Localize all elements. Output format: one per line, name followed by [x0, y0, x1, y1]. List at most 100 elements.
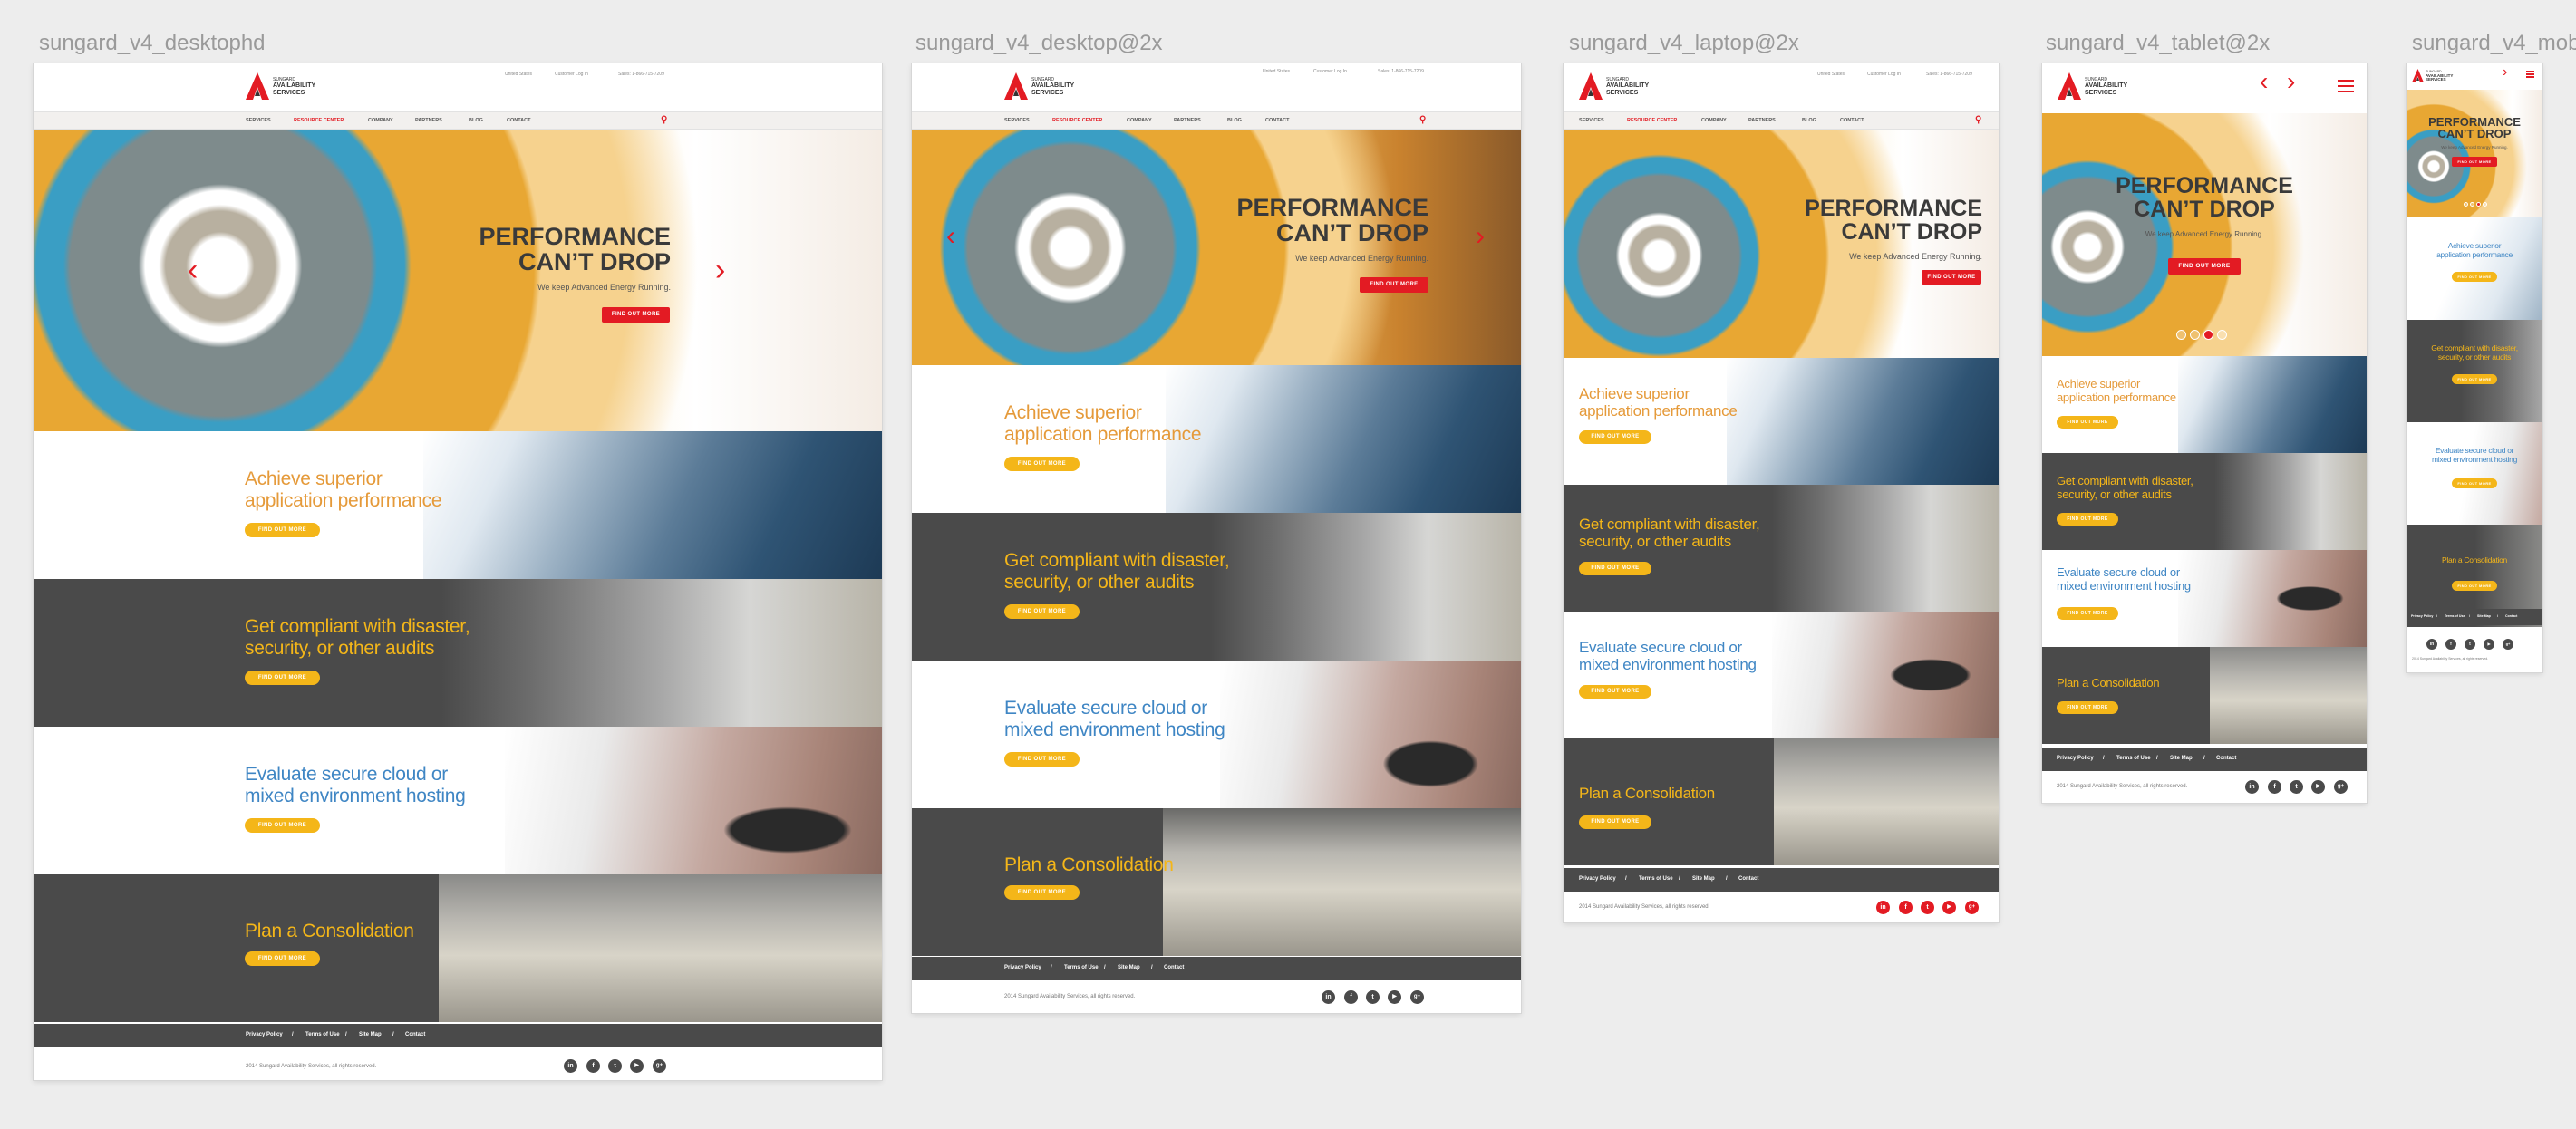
- banner-performance[interactable]: Achieve superior application performance…: [912, 365, 1521, 513]
- hero-carousel[interactable]: PERFORMANCE CAN’T DROP We keep Advanced …: [34, 130, 882, 431]
- region-selector[interactable]: United States: [1263, 69, 1290, 74]
- banner-compliance[interactable]: Get compliant with disaster, security, o…: [34, 579, 882, 727]
- banner-consolidation[interactable]: Plan a Consolidation FIND OUT MORE: [34, 874, 882, 1022]
- youtube-icon[interactable]: ▶: [2484, 639, 2494, 650]
- banner-cloud[interactable]: Evaluate secure cloud or mixed environme…: [2042, 550, 2367, 647]
- banner-cloud[interactable]: Evaluate secure cloud or mixed environme…: [34, 727, 882, 874]
- find-out-more-button[interactable]: FIND OUT MORE: [245, 671, 320, 685]
- footer-sitemap-link[interactable]: Site Map: [1118, 965, 1140, 970]
- linkedin-icon[interactable]: in: [564, 1059, 577, 1073]
- footer-terms-link[interactable]: Terms of Use: [2116, 756, 2151, 761]
- banner-consolidation[interactable]: Plan a Consolidation FIND OUT MORE: [1564, 738, 1999, 865]
- search-icon[interactable]: ⚲: [661, 115, 667, 125]
- twitter-icon[interactable]: t: [608, 1059, 622, 1073]
- hero-cta-button[interactable]: FIND OUT MORE: [1922, 270, 1981, 285]
- twitter-icon[interactable]: t: [2465, 639, 2475, 650]
- footer-sitemap-link[interactable]: Site Map: [359, 1032, 382, 1037]
- youtube-icon[interactable]: ▶: [1942, 901, 1956, 914]
- find-out-more-button[interactable]: FIND OUT MORE: [2452, 272, 2497, 282]
- footer-terms-link[interactable]: Terms of Use: [2445, 614, 2465, 618]
- logo-mark[interactable]: [246, 72, 269, 100]
- banner-consolidation[interactable]: Plan a Consolidation FIND OUT MORE: [912, 808, 1521, 956]
- googleplus-icon[interactable]: g+: [2503, 639, 2513, 650]
- banner-cloud[interactable]: Evaluate secure cloud or mixed environme…: [1564, 612, 1999, 738]
- carousel-dot[interactable]: [2470, 202, 2474, 207]
- linkedin-icon[interactable]: in: [1876, 901, 1890, 914]
- footer-sitemap-link[interactable]: Site Map: [1692, 876, 1715, 882]
- nav-contact[interactable]: CONTACT: [507, 118, 530, 123]
- find-out-more-button[interactable]: FIND OUT MORE: [2057, 701, 2118, 714]
- banner-consolidation[interactable]: Plan a Consolidation FIND OUT MORE: [2042, 647, 2367, 744]
- header-prev-arrow[interactable]: ‹: [2260, 67, 2268, 96]
- search-icon[interactable]: ⚲: [1419, 115, 1426, 125]
- footer-contact-link[interactable]: Contact: [405, 1032, 425, 1037]
- banner-cloud[interactable]: Evaluate secure cloud or mixed environme…: [2407, 422, 2542, 525]
- find-out-more-button[interactable]: FIND OUT MORE: [2057, 513, 2118, 526]
- banner-performance[interactable]: Achieve superior application performance…: [34, 431, 882, 579]
- hero-cta-button[interactable]: FIND OUT MORE: [602, 307, 670, 323]
- youtube-icon[interactable]: ▶: [2311, 780, 2325, 794]
- nav-partners[interactable]: PARTNERS: [1748, 118, 1776, 123]
- footer-contact-link[interactable]: Contact: [2505, 614, 2517, 618]
- linkedin-icon[interactable]: in: [2245, 780, 2259, 794]
- nav-partners[interactable]: PARTNERS: [1174, 118, 1201, 123]
- logo-mark[interactable]: [1004, 72, 1028, 100]
- carousel-dot[interactable]: [2483, 202, 2487, 207]
- carousel-prev-arrow[interactable]: ‹: [188, 253, 198, 288]
- nav-blog[interactable]: BLOG: [469, 118, 483, 123]
- carousel-dot[interactable]: [2176, 330, 2186, 340]
- facebook-icon[interactable]: f: [1899, 901, 1913, 914]
- logo-mark[interactable]: [2412, 69, 2424, 82]
- find-out-more-button[interactable]: FIND OUT MORE: [1004, 457, 1080, 471]
- nav-company[interactable]: COMPANY: [1701, 118, 1727, 123]
- find-out-more-button[interactable]: FIND OUT MORE: [1579, 685, 1651, 699]
- googleplus-icon[interactable]: g+: [2334, 780, 2348, 794]
- find-out-more-button[interactable]: FIND OUT MORE: [2452, 374, 2497, 384]
- footer-privacy-link[interactable]: Privacy Policy: [1004, 965, 1041, 970]
- search-icon[interactable]: ⚲: [1975, 115, 1981, 125]
- footer-terms-link[interactable]: Terms of Use: [305, 1032, 340, 1037]
- footer-sitemap-link[interactable]: Site Map: [2170, 756, 2193, 761]
- facebook-icon[interactable]: f: [586, 1059, 600, 1073]
- logo-text[interactable]: SUNGARD AVAILABILITY SERVICES: [1606, 77, 1649, 96]
- find-out-more-button[interactable]: FIND OUT MORE: [1004, 752, 1080, 767]
- hero-carousel[interactable]: PERFORMANCE CAN’T DROP We keep Advanced …: [912, 130, 1521, 365]
- nav-resource-center[interactable]: RESOURCE CENTER: [294, 118, 344, 123]
- region-selector[interactable]: United States: [505, 72, 532, 77]
- logo-text[interactable]: SUNGARD AVAILABILITY SERVICES: [273, 77, 315, 96]
- footer-privacy-link[interactable]: Privacy Policy: [2057, 756, 2094, 761]
- twitter-icon[interactable]: t: [2290, 780, 2303, 794]
- logo-mark[interactable]: [2058, 72, 2081, 100]
- twitter-icon[interactable]: t: [1921, 901, 1934, 914]
- customer-login-link[interactable]: Customer Log In: [555, 72, 588, 77]
- region-selector[interactable]: United States: [1817, 72, 1845, 77]
- facebook-icon[interactable]: f: [1344, 990, 1358, 1004]
- nav-resource-center[interactable]: RESOURCE CENTER: [1052, 118, 1102, 123]
- hero-carousel[interactable]: PERFORMANCE CAN’T DROP We keep Advanced …: [1564, 130, 1999, 358]
- footer-privacy-link[interactable]: Privacy Policy: [2411, 614, 2433, 618]
- nav-partners[interactable]: PARTNERS: [415, 118, 442, 123]
- nav-resource-center[interactable]: RESOURCE CENTER: [1627, 118, 1677, 123]
- banner-performance[interactable]: Achieve superior application performance…: [2407, 217, 2542, 320]
- banner-compliance[interactable]: Get compliant with disaster, security, o…: [2407, 320, 2542, 422]
- carousel-dot-active[interactable]: [2476, 202, 2481, 207]
- footer-contact-link[interactable]: Contact: [1164, 965, 1184, 970]
- carousel-dot[interactable]: [2464, 202, 2468, 207]
- carousel-next-arrow[interactable]: ›: [1476, 221, 1485, 252]
- youtube-icon[interactable]: ▶: [630, 1059, 644, 1073]
- find-out-more-button[interactable]: FIND OUT MORE: [245, 818, 320, 833]
- logo-mark[interactable]: [1579, 72, 1603, 100]
- carousel-dot[interactable]: [2190, 330, 2200, 340]
- nav-company[interactable]: COMPANY: [1127, 118, 1152, 123]
- nav-blog[interactable]: BLOG: [1227, 118, 1242, 123]
- find-out-more-button[interactable]: FIND OUT MORE: [1579, 815, 1651, 829]
- banner-cloud[interactable]: Evaluate secure cloud or mixed environme…: [912, 661, 1521, 808]
- hero-cta-button[interactable]: FIND OUT MORE: [2168, 258, 2241, 275]
- menu-icon[interactable]: [2338, 80, 2354, 92]
- footer-terms-link[interactable]: Terms of Use: [1639, 876, 1673, 882]
- googleplus-icon[interactable]: g+: [1965, 901, 1979, 914]
- find-out-more-button[interactable]: FIND OUT MORE: [1579, 430, 1651, 444]
- linkedin-icon[interactable]: in: [1322, 990, 1335, 1004]
- banner-compliance[interactable]: Get compliant with disaster, security, o…: [2042, 453, 2367, 550]
- carousel-dot-active[interactable]: [2203, 330, 2213, 340]
